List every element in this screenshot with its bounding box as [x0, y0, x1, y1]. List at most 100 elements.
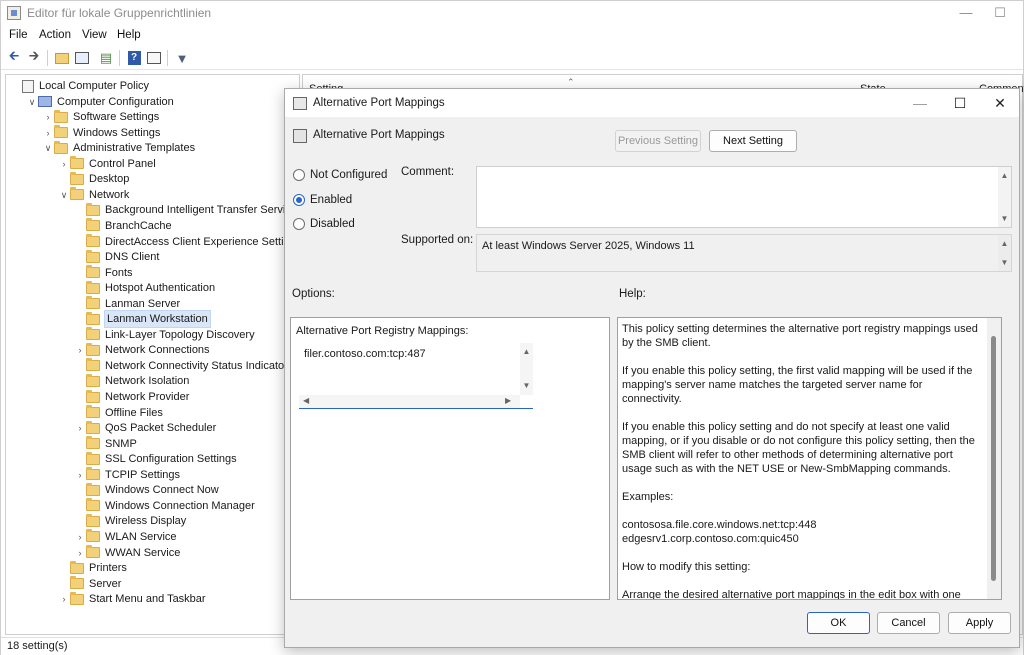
folder-icon [86, 358, 100, 372]
tree-item[interactable]: Printers [58, 560, 127, 576]
help-paragraph: Arrange the desired alternative port map… [622, 589, 961, 600]
menu-view[interactable]: View [82, 29, 107, 41]
back-arrow-icon[interactable]: 🡰 [5, 48, 23, 67]
tree-item[interactable]: Offline Files [74, 405, 163, 421]
help-icon[interactable]: ? [125, 49, 143, 67]
expand-chevron-icon[interactable]: › [74, 545, 86, 561]
properties-icon[interactable] [145, 49, 163, 67]
tree-item[interactable]: BranchCache [74, 218, 172, 234]
tree-item[interactable]: › Network Connections [74, 342, 210, 358]
tree-item[interactable]: › Software Settings [42, 109, 159, 125]
expand-chevron-icon[interactable]: › [74, 467, 86, 483]
up-folder-icon[interactable] [53, 49, 71, 67]
tree-item[interactable]: › Start Menu and Taskbar [58, 591, 206, 607]
tree-item[interactable]: Wireless Display [74, 513, 186, 529]
maximize-button[interactable]: ☐ [985, 3, 1015, 23]
collapse-chevron-icon[interactable]: ∨ [58, 187, 70, 203]
menu-action[interactable]: Action [39, 29, 71, 41]
menu-file[interactable]: File [9, 29, 28, 41]
tree-item[interactable]: › TCPIP Settings [74, 467, 180, 483]
radio-disabled[interactable]: Disabled [293, 218, 355, 230]
expand-chevron-icon[interactable]: › [74, 529, 86, 545]
supported-scrollbar[interactable]: ▲ ▼ [998, 235, 1011, 271]
expand-chevron-icon[interactable]: › [58, 591, 70, 607]
tree-item[interactable]: Network Connectivity Status Indicator [74, 358, 288, 374]
tree-item[interactable]: › Control Panel [58, 156, 156, 172]
minimize-button[interactable]: — [951, 3, 981, 23]
next-setting-button[interactable]: Next Setting [709, 130, 797, 152]
tree-item[interactable]: Local Computer Policy [10, 78, 149, 94]
tree-item[interactable]: Windows Connection Manager [74, 498, 255, 514]
show-hide-tree-icon[interactable] [73, 49, 91, 67]
tree-item[interactable]: Lanman Server [74, 296, 180, 312]
apply-button[interactable]: Apply [948, 612, 1011, 634]
expand-chevron-icon[interactable]: › [42, 109, 54, 125]
radio-circle[interactable] [293, 169, 305, 181]
menu-help[interactable]: Help [117, 29, 141, 41]
forward-arrow-icon[interactable]: 🡲 [25, 48, 43, 67]
scroll-up-icon[interactable]: ▲ [998, 239, 1011, 248]
mapping-hscroll[interactable]: ◀ ▶ [299, 395, 520, 408]
scroll-up-icon[interactable]: ▲ [520, 347, 533, 356]
tree-item[interactable]: Network Provider [74, 389, 189, 405]
scroll-down-icon[interactable]: ▼ [520, 381, 533, 390]
comment-textbox[interactable]: ▲ ▼ [476, 166, 1012, 228]
radio-circle-checked[interactable] [293, 194, 305, 206]
scroll-left-icon[interactable]: ◀ [303, 396, 309, 405]
scroll-down-icon[interactable]: ▼ [998, 214, 1011, 223]
mapping-value[interactable]: filer.contoso.com:tcp:487 [304, 348, 426, 360]
tree-item[interactable]: Server [58, 576, 121, 592]
expand-chevron-icon[interactable]: › [42, 125, 54, 141]
cancel-button[interactable]: Cancel [877, 612, 940, 634]
ok-button[interactable]: OK [807, 612, 870, 634]
help-paragraph: Examples: [622, 491, 674, 503]
expand-chevron-icon[interactable]: › [58, 156, 70, 172]
scroll-down-icon[interactable]: ▼ [998, 258, 1011, 267]
scroll-right-icon[interactable]: ▶ [505, 396, 511, 405]
tree-item[interactable]: DNS Client [74, 249, 159, 265]
tree-item[interactable]: › WWAN Service [74, 545, 180, 561]
tree-item[interactable]: Network Isolation [74, 373, 189, 389]
tree-item[interactable]: › Windows Settings [42, 125, 160, 141]
tree-item[interactable]: Link-Layer Topology Discovery [74, 327, 255, 343]
help-scroll-thumb[interactable] [991, 336, 996, 581]
folder-icon [54, 140, 68, 154]
tree-item[interactable]: ∨ Network [58, 187, 129, 203]
collapse-chevron-icon[interactable]: ∨ [42, 140, 54, 156]
tree-item[interactable]: Lanman Workstation [74, 310, 211, 329]
dialog-minimize-button[interactable]: — [905, 93, 935, 113]
tree-item[interactable]: ∨ Computer Configuration [26, 94, 174, 110]
status-text: 18 setting(s) [7, 640, 68, 652]
tree-item[interactable]: DirectAccess Client Experience Settings [74, 234, 299, 250]
tree-item[interactable]: ∨ Administrative Templates [42, 140, 195, 156]
folder-icon [86, 296, 100, 310]
tree-item[interactable]: › QoS Packet Scheduler [74, 420, 216, 436]
radio-circle[interactable] [293, 218, 305, 230]
tree-item[interactable]: Windows Connect Now [74, 482, 219, 498]
mapping-vscroll[interactable]: ▲ ▼ [520, 343, 533, 395]
dialog-close-button[interactable]: ✕ [985, 93, 1015, 113]
tree-item[interactable]: Hotspot Authentication [74, 280, 215, 296]
export-list-icon[interactable]: ▤ [97, 49, 115, 67]
mapping-editbox[interactable]: filer.contoso.com:tcp:487 ▲ ▼ ◀ ▶ [299, 343, 533, 409]
tree-item[interactable]: Fonts [74, 265, 133, 281]
radio-not-configured[interactable]: Not Configured [293, 169, 387, 181]
tree-item[interactable]: › WLAN Service [74, 529, 177, 545]
expand-chevron-icon[interactable]: › [74, 342, 86, 358]
help-scrollbar[interactable] [987, 318, 1001, 599]
scroll-up-icon[interactable]: ▲ [998, 171, 1011, 180]
tree-item[interactable]: SNMP [74, 436, 137, 452]
group-policy-editor-icon [7, 6, 21, 20]
expand-chevron-icon[interactable]: › [74, 420, 86, 436]
radio-enabled[interactable]: Enabled [293, 194, 352, 206]
comment-scrollbar[interactable]: ▲ ▼ [998, 167, 1011, 227]
dialog-title: Alternative Port Mappings [313, 97, 445, 109]
filter-icon[interactable]: ▼ [173, 49, 191, 67]
tree-item[interactable]: Desktop [58, 171, 129, 187]
collapse-chevron-icon[interactable]: ∨ [26, 94, 38, 110]
dialog-maximize-button[interactable]: ☐ [945, 93, 975, 113]
tree-item[interactable]: SSL Configuration Settings [74, 451, 237, 467]
previous-setting-button[interactable]: Previous Setting [615, 130, 701, 152]
folder-icon [70, 576, 84, 590]
tree-item[interactable]: Background Intelligent Transfer Service … [74, 202, 299, 218]
